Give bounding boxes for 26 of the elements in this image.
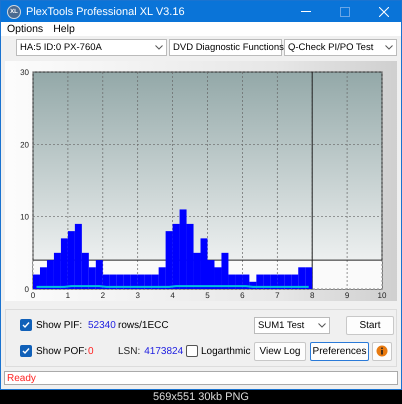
window-title: PlexTools Professional XL V3.16 [26,6,186,18]
status-bar: Ready [4,371,398,385]
lsn-label: LSN: [118,346,140,356]
axis-label: 9 [344,291,350,300]
lsn-value: 4173824 [144,346,184,356]
axis-label: 0 [30,291,36,300]
axis-label: 20 [20,140,29,150]
axis-label: 10 [378,291,386,300]
unit-label: rows/1ECC [118,320,170,330]
axis-label: 10 [20,212,29,222]
axis-label: 7 [275,291,280,300]
axis-label: 5 [205,291,210,300]
axis-label: 6 [240,291,245,300]
axis-label: 0 [24,285,29,294]
checkbox-label: Logarthmic [201,346,250,356]
axis-label: 30 [20,68,29,77]
axis-label: 2 [100,291,106,300]
axis-label: 4 [170,291,175,300]
axis-label: 1 [66,291,70,300]
axis-label: 8 [310,291,314,300]
pof-value: 0 [88,346,95,356]
axis-label: 3 [135,291,140,300]
pif-value: 52340 [88,320,117,330]
checkbox-label: Show PIF: [36,320,84,330]
image-caption: 569x551 30kb PNG [152,391,249,403]
checkbox-label: Show POF: [36,346,88,356]
